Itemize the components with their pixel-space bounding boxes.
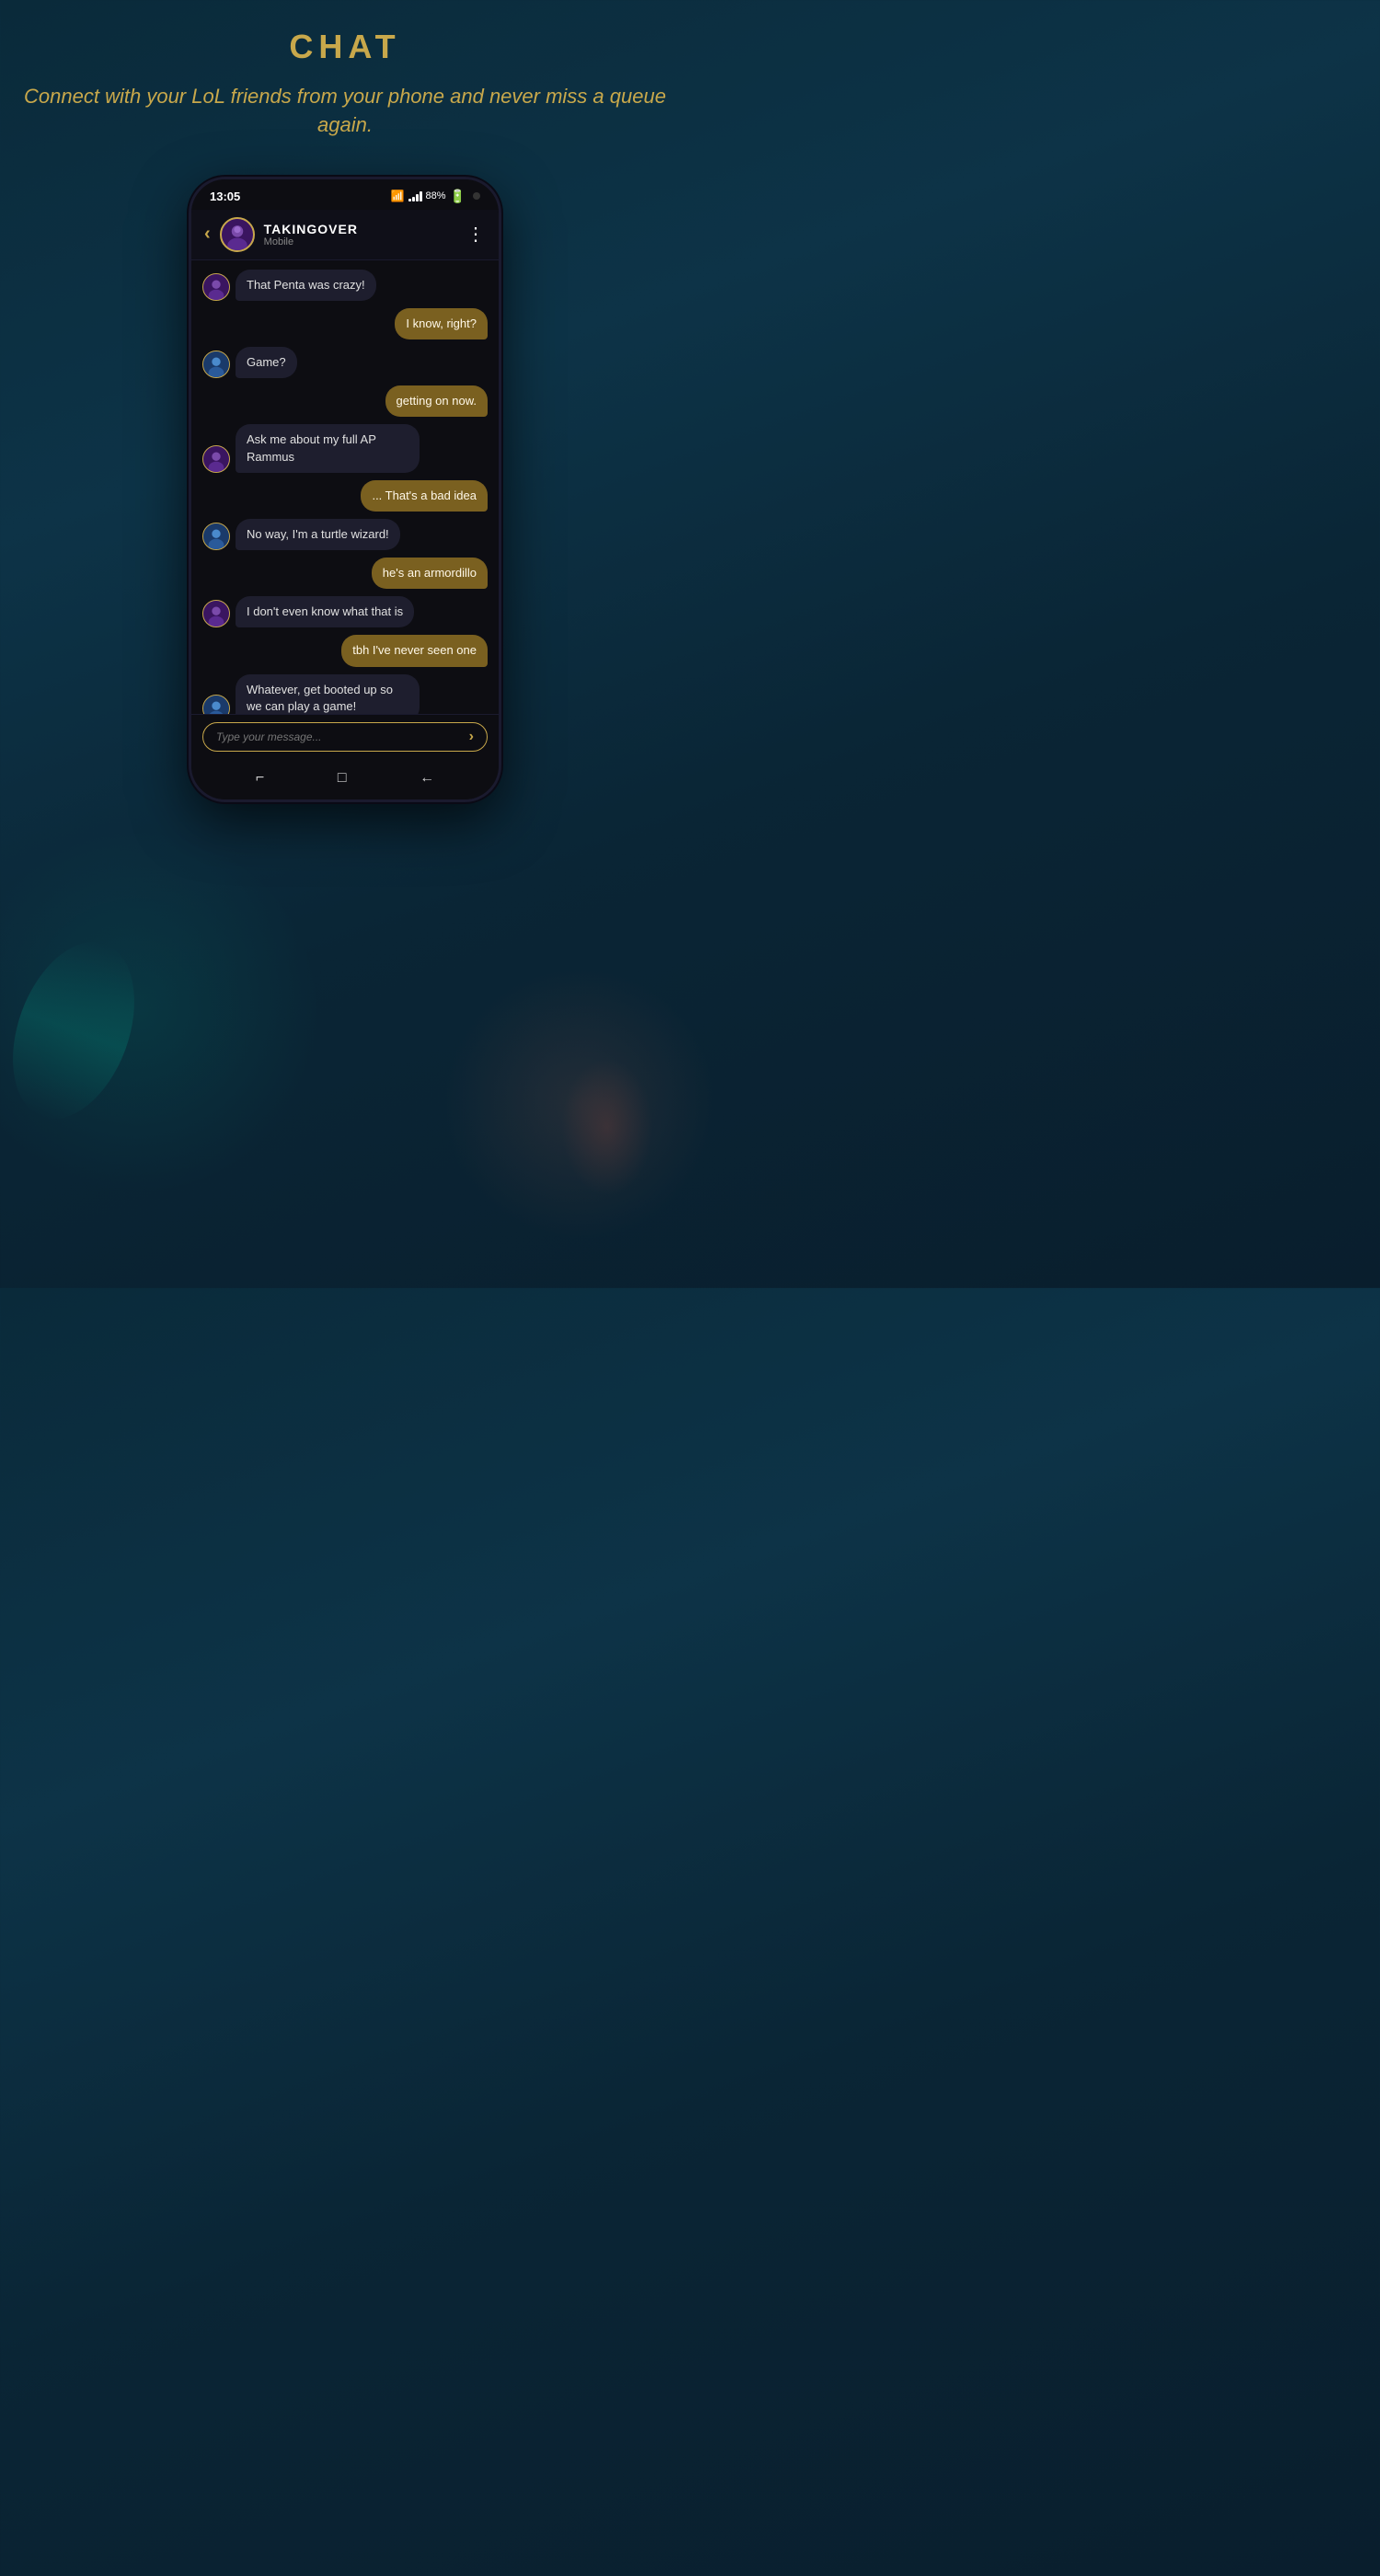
battery-text: 88% — [426, 190, 446, 201]
contact-name: TAKINGOVER — [264, 222, 466, 236]
message-row: he's an armordillo — [202, 558, 488, 589]
avatar — [202, 273, 230, 301]
message-bubble: Game? — [236, 347, 297, 378]
message-row: Whatever, get booted up so we can play a… — [202, 674, 488, 714]
message-row: getting on now. — [202, 385, 488, 417]
wifi-icon: 📶 — [391, 190, 405, 202]
message-input-row: › — [202, 722, 488, 752]
nav-back-icon[interactable]: ← — [420, 770, 434, 787]
battery-icon: 🔋 — [450, 189, 466, 204]
back-button[interactable]: ‹ — [204, 224, 211, 245]
nav-bar: ⌐ □ ← — [191, 761, 499, 799]
message-bubble: That Penta was crazy! — [236, 270, 376, 301]
nav-recent-apps-icon[interactable]: ⌐ — [256, 770, 264, 787]
chat-header: ‹ TAKINGOVER Mobile ⋮ — [191, 210, 499, 260]
avatar — [202, 445, 230, 473]
message-row: I know, right? — [202, 308, 488, 339]
message-row: tbh I've never seen one — [202, 635, 488, 666]
chat-info: TAKINGOVER Mobile — [264, 222, 466, 247]
message-row: I don't even know what that is — [202, 596, 488, 627]
message-bubble: getting on now. — [385, 385, 488, 417]
message-bubble: he's an armordillo — [372, 558, 488, 589]
input-area: › — [191, 714, 499, 761]
message-row: That Penta was crazy! — [202, 270, 488, 301]
avatar — [202, 351, 230, 378]
status-icons: 📶 88% 🔋 — [391, 189, 480, 204]
more-options-button[interactable]: ⋮ — [466, 223, 486, 246]
contact-avatar — [220, 217, 255, 252]
contact-status: Mobile — [264, 236, 466, 247]
message-input[interactable] — [216, 730, 469, 743]
page-title: CHAT — [18, 28, 672, 66]
status-time: 13:05 — [210, 190, 240, 203]
avatar — [202, 695, 230, 714]
message-bubble: I don't even know what that is — [236, 596, 414, 627]
phone-wrapper: 13:05 📶 88% 🔋 ‹ — [0, 177, 690, 802]
phone-device: 13:05 📶 88% 🔋 ‹ — [189, 177, 501, 802]
avatar — [202, 600, 230, 627]
message-row: Ask me about my full AP Rammus — [202, 424, 488, 472]
message-bubble: tbh I've never seen one — [341, 635, 488, 666]
swirl-decoration-right — [561, 1058, 653, 1196]
messages-area: That Penta was crazy! I know, right? Gam… — [191, 260, 499, 714]
nav-home-icon[interactable]: □ — [338, 770, 347, 787]
camera-dot — [473, 192, 480, 200]
message-row: ... That's a bad idea — [202, 480, 488, 512]
message-bubble: ... That's a bad idea — [361, 480, 488, 512]
swirl-decoration-left — [0, 926, 157, 1136]
message-bubble: Whatever, get booted up so we can play a… — [236, 674, 420, 714]
message-row: No way, I'm a turtle wizard! — [202, 519, 488, 550]
page-subtitle: Connect with your LoL friends from your … — [18, 83, 672, 140]
status-bar: 13:05 📶 88% 🔋 — [191, 179, 499, 210]
send-button[interactable]: › — [469, 729, 474, 745]
message-bubble: I know, right? — [395, 308, 488, 339]
signal-icon — [408, 190, 422, 201]
message-row: Game? — [202, 347, 488, 378]
message-bubble: No way, I'm a turtle wizard! — [236, 519, 400, 550]
message-bubble: Ask me about my full AP Rammus — [236, 424, 420, 472]
avatar — [202, 523, 230, 550]
page-header: CHAT Connect with your LoL friends from … — [0, 0, 690, 149]
